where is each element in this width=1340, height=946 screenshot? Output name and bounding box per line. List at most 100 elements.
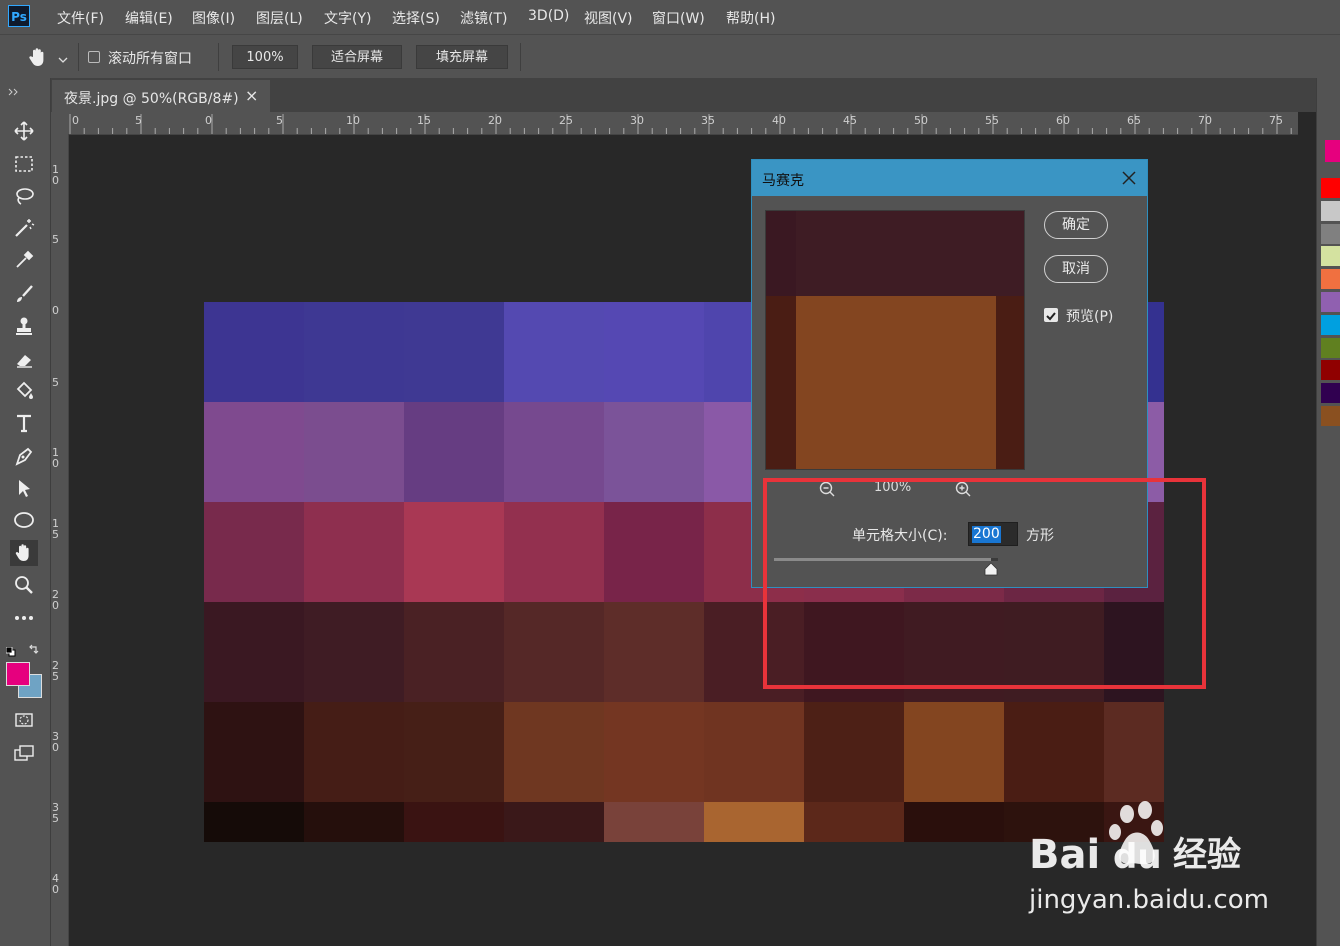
color-swatch[interactable] — [1321, 269, 1340, 290]
mosaic-cell — [204, 602, 304, 702]
lasso-tool-icon[interactable] — [10, 183, 38, 209]
ruler-label: 10 — [346, 114, 360, 127]
menu-edit[interactable]: 编辑(E) — [125, 8, 173, 28]
mosaic-cell — [704, 802, 804, 842]
ruler-label: 35 — [701, 114, 715, 127]
menu-window[interactable]: 窗口(W) — [652, 8, 705, 28]
type-tool-icon[interactable] — [10, 410, 38, 436]
ruler-label: 15 — [417, 114, 431, 127]
menu-help[interactable]: 帮助(H) — [726, 8, 775, 28]
zoom-tool-icon[interactable] — [10, 572, 38, 598]
zoom-100-button[interactable]: 100% — [232, 45, 298, 69]
paint-bucket-tool-icon[interactable] — [10, 378, 38, 404]
mosaic-cell — [904, 802, 1004, 842]
path-selection-tool-icon[interactable] — [10, 475, 38, 501]
default-colors-icon[interactable] — [5, 642, 16, 657]
mosaic-cell — [304, 302, 404, 402]
mosaic-cell — [504, 702, 604, 802]
menu-file[interactable]: 文件(F) — [57, 8, 104, 28]
mosaic-cell — [404, 602, 504, 702]
horizontal-ruler[interactable]: 0 5 0 5 10 15 20 25 30 35 40 45 50 55 60… — [68, 112, 1298, 135]
photoshop-logo: Ps — [8, 5, 30, 27]
menu-3d[interactable]: 3D(D) — [528, 8, 569, 24]
ruler-label: 20 — [488, 114, 502, 127]
ruler-label: 65 — [1127, 114, 1141, 127]
mosaic-cell — [604, 402, 704, 502]
preview-label: 预览(P) — [1066, 309, 1114, 325]
swap-colors-icon[interactable] — [28, 641, 40, 654]
color-swatch[interactable] — [1321, 383, 1340, 404]
eraser-tool-icon[interactable] — [10, 346, 38, 372]
close-icon[interactable] — [1120, 169, 1138, 187]
color-swatch[interactable] — [1321, 178, 1340, 198]
mosaic-cell — [504, 602, 604, 702]
filter-preview[interactable] — [765, 210, 1025, 470]
mosaic-cell — [204, 302, 304, 402]
mosaic-cell — [604, 502, 704, 602]
ruler-label: 45 — [843, 114, 857, 127]
hand-tool-preset-icon[interactable] — [26, 45, 50, 69]
divider — [520, 43, 521, 71]
vertical-ruler[interactable]: 10 5 0 5 10 15 20 25 30 35 40 — [51, 134, 69, 946]
pen-tool-icon[interactable] — [10, 443, 38, 469]
dialog-title-bar[interactable]: 马赛克 — [752, 160, 1147, 196]
ruler-label: 0 — [205, 114, 212, 127]
eyedropper-tool-icon[interactable] — [10, 247, 38, 273]
mosaic-cell — [504, 402, 604, 502]
ok-button[interactable]: 确定 — [1044, 211, 1108, 239]
menu-image[interactable]: 图像(I) — [192, 8, 235, 28]
options-bar: 滚动所有窗口 100% 适合屏幕 填充屏幕 — [0, 34, 1340, 79]
mosaic-cell — [304, 702, 404, 802]
ellipse-tool-icon[interactable] — [10, 507, 38, 533]
ruler-label: 10 — [52, 446, 59, 470]
fit-screen-button[interactable]: 适合屏幕 — [312, 45, 402, 69]
mosaic-cell — [604, 302, 704, 402]
ruler-label: 60 — [1056, 114, 1070, 127]
color-swatch[interactable] — [1321, 292, 1340, 312]
color-swatch[interactable] — [1321, 337, 1340, 358]
more-tools-icon[interactable] — [10, 605, 38, 631]
color-swatch[interactable] — [1321, 246, 1340, 267]
preview-checkbox[interactable] — [1044, 308, 1058, 322]
ruler-label: 0 — [52, 304, 59, 317]
menu-type[interactable]: 文字(Y) — [324, 8, 371, 28]
menu-view[interactable]: 视图(V) — [584, 8, 633, 28]
mosaic-cell — [404, 302, 504, 402]
menu-filter[interactable]: 滤镜(T) — [460, 8, 507, 28]
color-swatch[interactable] — [1321, 314, 1340, 335]
mosaic-cell — [404, 702, 504, 802]
move-tool-icon[interactable] — [10, 118, 38, 144]
menu-layer[interactable]: 图层(L) — [256, 8, 303, 28]
menu-bar: Ps 文件(F) 编辑(E) 图像(I) 图层(L) 文字(Y) 选择(S) 滤… — [0, 0, 1340, 34]
magic-wand-tool-icon[interactable] — [10, 215, 38, 241]
scroll-all-checkbox[interactable] — [88, 51, 100, 63]
chevron-down-icon[interactable] — [57, 51, 69, 63]
quick-mask-icon[interactable] — [10, 707, 38, 733]
mosaic-cell — [404, 402, 504, 502]
mosaic-cell — [904, 702, 1004, 802]
fill-screen-button[interactable]: 填充屏幕 — [416, 45, 508, 69]
color-swatch[interactable] — [1321, 406, 1340, 426]
ruler-label: 15 — [52, 517, 59, 541]
brush-tool-icon[interactable] — [10, 281, 38, 307]
mosaic-cell — [504, 502, 604, 602]
divider — [78, 43, 79, 71]
marquee-tool-icon[interactable] — [10, 151, 38, 177]
preview-top — [766, 211, 1024, 296]
close-tab-icon[interactable]: × — [245, 86, 258, 105]
hand-tool-icon[interactable] — [10, 540, 38, 566]
menu-select[interactable]: 选择(S) — [392, 8, 440, 28]
document-tab[interactable]: 夜景.jpg @ 50%(RGB/8#) × — [52, 80, 270, 112]
color-swatch[interactable] — [1321, 360, 1340, 381]
collapse-panel-icon[interactable] — [8, 81, 20, 96]
ruler-label: 5 — [135, 114, 142, 127]
stamp-tool-icon[interactable] — [10, 313, 38, 339]
ruler-label: 30 — [630, 114, 644, 127]
color-swatch[interactable] — [1321, 223, 1340, 244]
highlight-box — [763, 478, 1206, 689]
screen-mode-icon[interactable] — [10, 740, 38, 766]
color-swatch[interactable] — [1321, 200, 1340, 221]
cancel-button[interactable]: 取消 — [1044, 255, 1108, 283]
foreground-color-swatch[interactable] — [6, 662, 30, 686]
mosaic-cell — [304, 602, 404, 702]
